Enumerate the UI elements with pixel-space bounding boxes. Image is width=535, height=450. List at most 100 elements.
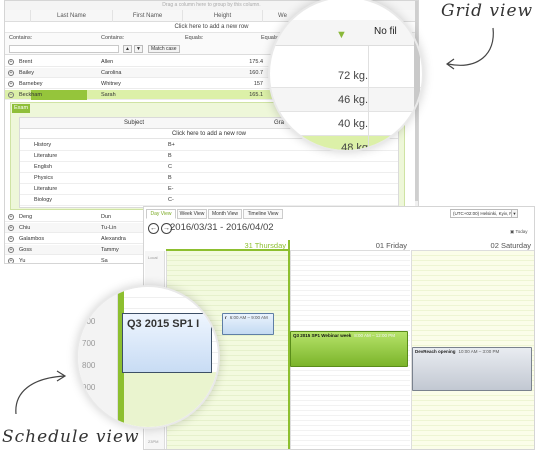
filter-icon[interactable]: ▼	[336, 29, 347, 41]
cell-subject: Literature	[34, 186, 58, 192]
appointment-time: 8:00 AM – 12:00 PM	[354, 333, 395, 338]
chevron-down-icon[interactable]: ▼	[512, 209, 518, 218]
caption-grid-view: Grid view	[441, 1, 534, 21]
magnified-row-selected: 48 kg	[270, 136, 422, 150]
cell-subject: History	[34, 142, 52, 148]
no-filter-label[interactable]: No fil	[374, 26, 397, 37]
cell-grade: B	[168, 153, 172, 159]
appointment-time: 6:00 AM – 9:00 AM	[229, 315, 268, 320]
cell-last-name: Deng	[19, 214, 33, 220]
filter-label-last-name: Contains:	[9, 35, 33, 41]
detail-row[interactable]: Literature E-	[20, 184, 398, 195]
cell-first-name: Sa	[101, 258, 108, 264]
cell-first-name: Alexandra	[101, 236, 126, 242]
appointment-q3-sp1-small[interactable]: r 6:00 AM – 9:00 AM	[222, 313, 274, 335]
weight-value: 48 kg	[341, 142, 368, 150]
cell-first-name: Tammy	[101, 247, 119, 253]
prev-arrow-icon[interactable]: ←	[148, 223, 159, 234]
cell-grade: E-	[168, 186, 174, 192]
time-label: 700	[82, 339, 96, 348]
cell-height: 165.1	[249, 92, 263, 98]
cell-last-name: Bailey	[19, 70, 34, 76]
time-label: 800	[82, 361, 96, 370]
detail-row[interactable]: English C	[20, 162, 398, 173]
filter-input-last-name[interactable]	[9, 45, 119, 53]
expand-icon[interactable]: +	[8, 225, 14, 231]
cell-last-name: Barnebey	[19, 81, 43, 87]
magnified-row: 46 kg.	[270, 88, 422, 112]
detail-row[interactable]: Physics B	[20, 173, 398, 184]
match-case-button[interactable]: Match case	[148, 45, 180, 53]
expand-icon[interactable]: +	[8, 214, 14, 220]
magnified-row: 72 kg.	[270, 64, 422, 88]
arrow-to-schedule-icon	[15, 370, 67, 415]
time-label: 600	[82, 317, 96, 326]
sort-down-button[interactable]: ▼	[134, 45, 143, 53]
cell-first-name: Tu-Lin	[101, 225, 117, 231]
cell-grade: C-	[168, 197, 174, 203]
expand-icon[interactable]: +	[8, 258, 14, 263]
cell-first-name: Sarah	[101, 92, 116, 98]
appointment-devreach-opening[interactable]: DevReach opening 10:00 AM – 3:00 PM	[412, 347, 532, 391]
appointment-title: DevReach opening	[415, 349, 456, 354]
appointment-webinar-week[interactable]: Q3 2015 SP1 Webinar week 8:00 AM – 12:00 …	[290, 331, 408, 367]
cell-first-name: Dun	[101, 214, 112, 220]
detail-row[interactable]: Biology C-	[20, 195, 398, 206]
filter-label-first-name: Contains:	[101, 35, 125, 41]
day-header-thursday[interactable]: 31 Thursday	[166, 240, 289, 251]
detail-row[interactable]: Literature B	[20, 151, 398, 162]
grid-magnifier: ▼ No fil 72 kg. 46 kg. 40 kg. 48 kg	[270, 0, 422, 150]
cell-subject: English	[34, 164, 53, 170]
magnified-row: 40 kg.	[270, 112, 422, 136]
cell-grade: C	[168, 164, 172, 170]
magnified-column-divider	[368, 46, 369, 150]
tab-month-view[interactable]: Month View	[208, 209, 242, 219]
cell-last-name: Galambos	[19, 236, 45, 242]
today-button[interactable]: ▣ Today	[510, 229, 527, 235]
expand-icon[interactable]: +	[8, 70, 14, 76]
tab-timeline-view[interactable]: Timeline View	[243, 209, 283, 219]
cell-subject: Literature	[34, 153, 58, 159]
cell-first-name: Allen	[101, 59, 114, 65]
appointment-time: 10:00 AM – 3:00 PM	[458, 349, 500, 354]
timezone-select[interactable]: (UTC+02:00) Helsinki, Kyiv, Riga,	[450, 209, 512, 218]
cell-grade: B+	[168, 142, 175, 148]
cell-last-name: Chiu	[19, 225, 31, 231]
caption-schedule-view: Schedule view	[2, 427, 140, 447]
magnified-scrollbar	[414, 0, 420, 150]
expand-icon[interactable]: +	[8, 247, 14, 253]
tab-week-view[interactable]: Week View	[177, 209, 207, 219]
expand-icon[interactable]: +	[8, 59, 14, 65]
time-label: 23PM	[148, 439, 159, 444]
column-header-subject[interactable]: Subject	[124, 118, 144, 129]
cell-grade: B	[168, 175, 172, 181]
expand-icon[interactable]: +	[8, 81, 14, 87]
weight-value: 72 kg.	[338, 70, 368, 82]
tab-exam[interactable]: Exam	[12, 104, 30, 113]
weight-value: 46 kg.	[338, 94, 368, 106]
day-header-saturday[interactable]: 02 Saturday	[411, 240, 534, 251]
magnified-appointment: Q3 2015 SP1 I	[122, 313, 212, 373]
cell-subject: Physics	[34, 175, 53, 181]
column-header-last-name[interactable]: Last Name	[31, 10, 113, 22]
magnified-time-ruler: 600 700 800 900	[78, 287, 118, 427]
cell-last-name: Brent	[19, 59, 33, 65]
appointment-title: r	[225, 315, 227, 320]
cell-last-name: Yu	[19, 258, 26, 264]
column-header-first-name[interactable]: First Name	[113, 10, 183, 22]
appointment-title: Q3 2015 SP1 Webinar week	[293, 333, 352, 338]
expand-icon[interactable]: +	[8, 236, 14, 242]
collapse-icon[interactable]: −	[8, 92, 14, 98]
weight-value: 40 kg.	[338, 118, 368, 130]
column-header-height[interactable]: Height	[183, 10, 263, 22]
calendar-icon: ▣	[510, 229, 515, 234]
day-header-friday[interactable]: 01 Friday	[290, 240, 410, 251]
tab-day-view[interactable]: Day View	[146, 209, 176, 219]
cell-first-name: Carolina	[101, 70, 122, 76]
expander-header	[5, 10, 31, 22]
sort-up-button[interactable]: ▲	[123, 45, 132, 53]
magnified-highlight-area	[124, 372, 218, 427]
cell-first-name: Whitney	[101, 81, 121, 87]
time-ruler-label: Local	[148, 255, 158, 260]
arrow-to-grid-icon	[445, 27, 494, 70]
